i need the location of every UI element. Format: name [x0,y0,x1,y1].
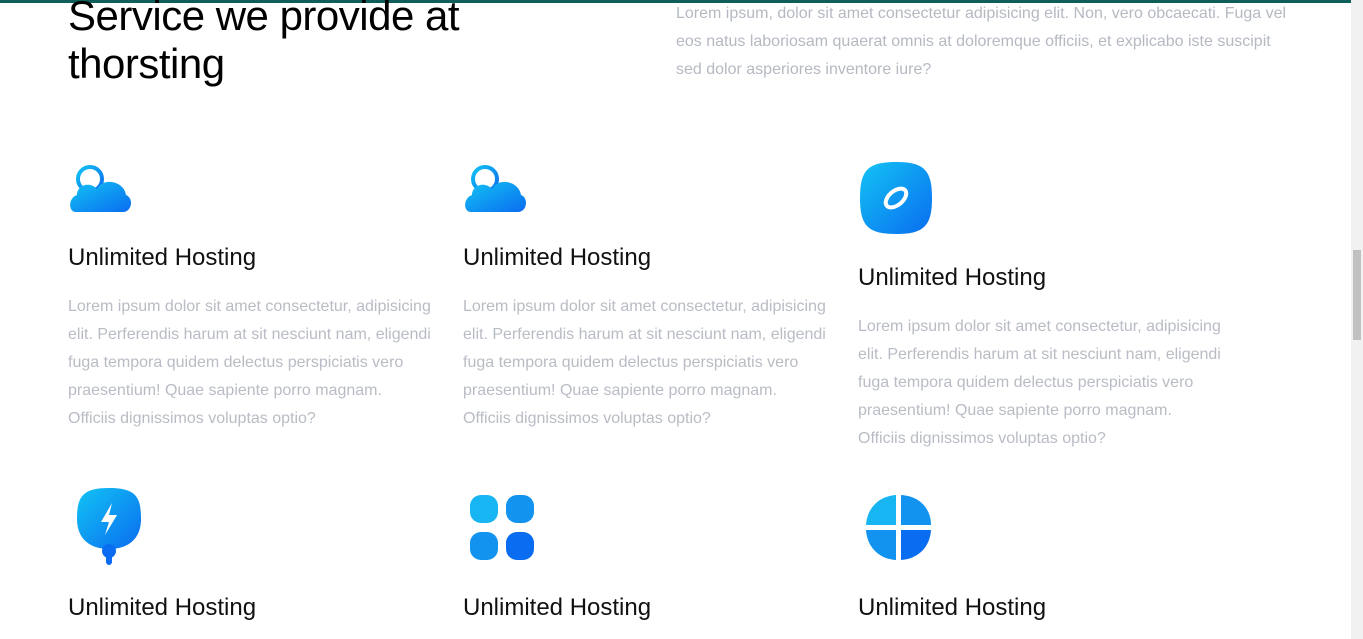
service-card: Unlimited Hosting [463,487,833,639]
service-card: Unlimited Hosting Lorem ipsum dolor sit … [68,165,438,465]
page-scrollbar[interactable] [1351,0,1363,639]
power-bolt-icon [76,487,142,576]
service-title: Unlimited Hosting [68,594,257,621]
service-card: Unlimited Hosting [68,487,438,639]
cloud-icon [463,165,527,220]
service-title: Unlimited Hosting [68,244,257,271]
pie-chart-icon [866,495,932,566]
service-title: Unlimited Hosting [463,244,652,271]
section-heading: Service we provide at thorsting [68,0,460,87]
service-title: Unlimited Hosting [858,264,1047,291]
planet-icon [858,160,934,241]
service-card: Unlimited Hosting [858,487,1228,639]
service-description: Lorem ipsum dolor sit amet consectetur, … [68,298,431,427]
cloud-icon [68,165,132,220]
service-description: Lorem ipsum dolor sit amet consectetur, … [463,298,826,427]
service-description: Lorem ipsum dolor sit amet consectetur, … [858,318,1221,447]
section-intro: Lorem ipsum, dolor sit amet consectetur … [676,5,1287,78]
service-title: Unlimited Hosting [463,594,652,621]
scrollbar-thumb[interactable] [1353,250,1361,340]
service-title: Unlimited Hosting [858,594,1047,621]
apps-grid-icon [470,495,536,566]
service-card: Unlimited Hosting Lorem ipsum dolor sit … [463,165,833,465]
service-card: Unlimited Hosting Lorem ipsum dolor sit … [858,160,1228,480]
